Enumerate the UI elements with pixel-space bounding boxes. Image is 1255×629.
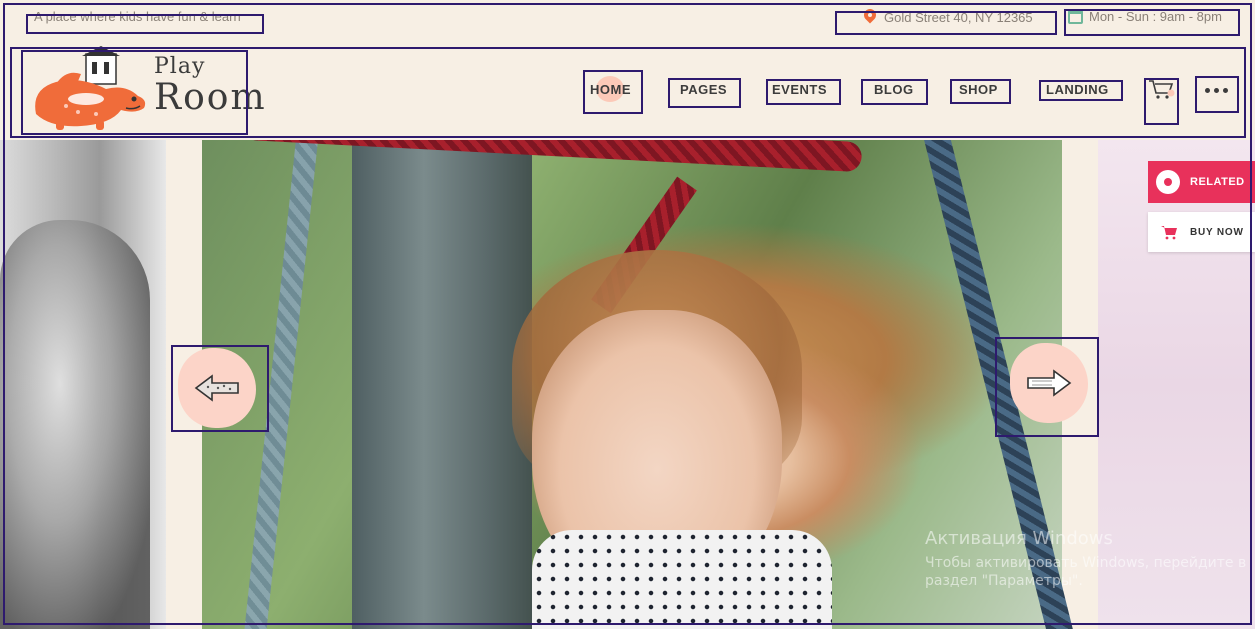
nav-pages[interactable]: PAGES [680, 82, 727, 97]
dot [1213, 87, 1219, 93]
logo-line-2: Room [154, 77, 267, 118]
logo-text: Play Room [154, 56, 267, 116]
slider-prev-button[interactable] [178, 348, 256, 428]
dot [1222, 87, 1228, 93]
dot [1204, 87, 1210, 93]
watermark-line-2: раздел "Параметры". [925, 573, 1083, 589]
watermark-line-1: Чтобы активировать Windows, перейдите в [925, 555, 1247, 571]
buy-now-label: BUY NOW [1190, 226, 1244, 238]
prev-slide-photo [0, 220, 150, 629]
cart-icon[interactable] [1148, 78, 1176, 102]
calendar-icon [1068, 9, 1083, 24]
map-pin-icon [862, 9, 878, 25]
top-bar: A place where kids have fun & learn Gold… [0, 0, 1255, 38]
related-icon [1156, 170, 1180, 194]
nav-events[interactable]: EVENTS [772, 82, 827, 97]
hours-text: Mon - Sun : 9am - 8pm [1089, 9, 1222, 24]
logo[interactable]: Play Room [26, 44, 265, 134]
tagline: A place where kids have fun & learn [34, 9, 241, 24]
pole [352, 140, 532, 629]
nav-shop[interactable]: SHOP [959, 82, 998, 97]
arrow-left-icon [194, 374, 239, 402]
nav-home[interactable]: HOME [590, 76, 631, 102]
hours-info: Mon - Sun : 9am - 8pm [1068, 9, 1222, 24]
related-label: RELATED [1190, 176, 1245, 188]
nav-blog[interactable]: BLOG [874, 82, 914, 97]
address-info: Gold Street 40, NY 12365 [862, 9, 1033, 25]
arrow-right-icon [1027, 369, 1072, 397]
hero-slider: Активация Windows Чтобы активировать Win… [0, 140, 1255, 629]
nav-landing[interactable]: LANDING [1046, 82, 1109, 97]
watermark-title: Активация Windows [925, 528, 1113, 549]
more-dots-icon[interactable] [1200, 84, 1232, 96]
related-tab[interactable]: RELATED [1148, 161, 1255, 203]
address-text: Gold Street 40, NY 12365 [884, 9, 1033, 25]
windows-activation-watermark: Активация Windows Чтобы активировать Win… [925, 528, 1246, 589]
logo-line-1: Play [154, 54, 206, 79]
girl-dress [532, 530, 832, 629]
buy-now-tab[interactable]: BUY NOW [1148, 212, 1255, 252]
slide-prev-preview [0, 140, 166, 629]
site-header: Play Room HOME PAGES EVENTS BLOG SHOP LA… [0, 38, 1255, 140]
rope [241, 140, 863, 173]
cart-icon [1161, 226, 1177, 240]
slider-next-button[interactable] [1010, 343, 1088, 423]
dino-logo-icon [35, 46, 146, 130]
